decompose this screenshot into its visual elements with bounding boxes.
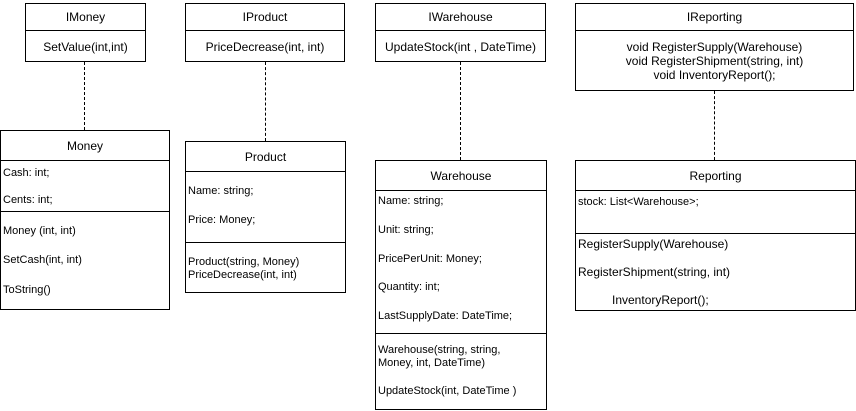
iproduct-method: PriceDecrease(int, int) [205,39,325,54]
product-field: Price: Money; [188,214,256,226]
money-method: Money (int, int) [3,225,76,237]
ireporting-method: void InventoryReport(); [653,68,776,82]
money-fields: Cash: int; Cents: int; [1,161,169,211]
ireporting-methods: void RegisterSupply(Warehouse) void Regi… [576,31,853,91]
reporting-fields: stock: List<Warehouse>; [576,191,855,233]
warehouse-method: Warehouse(string, string, [378,344,501,356]
product-realizes-iproduct-connector [265,62,266,141]
warehouse-class-box: Warehouse Name: string; Unit: string; Pr… [375,160,547,410]
iwarehouse-method: UpdateStock(int , DateTime) [385,39,536,54]
warehouse-method: Money, int, DateTime) [378,357,485,369]
product-fields: Name: string; Price: Money; [186,172,345,242]
warehouse-field: Name: string; [378,195,444,207]
product-title: Product [186,142,345,172]
product-field: Name: string; [188,185,254,197]
imoney-methods: SetValue(int,int) [26,31,145,62]
ireporting-method: void RegisterShipment(string, int) [625,54,804,68]
warehouse-title: Warehouse [376,161,546,191]
reporting-field: stock: List<Warehouse>; [578,196,699,208]
warehouse-field: Quantity: int; [378,281,440,293]
ireporting-interface-box: IReporting void RegisterSupply(Warehouse… [575,3,854,91]
reporting-class-box: Reporting stock: List<Warehouse>; Regist… [575,160,856,311]
money-title: Money [1,131,169,161]
money-methods: Money (int, int) SetCash(int, int) ToStr… [1,211,169,309]
iwarehouse-title: IWarehouse [376,4,545,31]
reporting-method: RegisterShipment(string, int) [578,265,731,279]
warehouse-method: UpdateStock(int, DateTime ) [378,385,517,397]
warehouse-field: Unit: string; [378,224,434,236]
reporting-title: Reporting [576,161,855,191]
iproduct-title: IProduct [186,4,344,31]
money-method: ToString() [3,284,51,296]
money-class-box: Money Cash: int; Cents: int; Money (int,… [0,130,170,310]
product-method: PriceDecrease(int, int) [188,269,297,281]
reporting-method: InventoryReport(); [612,293,709,307]
iproduct-interface-box: IProduct PriceDecrease(int, int) [185,3,345,62]
money-field: Cash: int; [3,167,50,179]
warehouse-fields: Name: string; Unit: string; PricePerUnit… [376,191,546,333]
money-field: Cents: int; [3,194,53,206]
imoney-interface-box: IMoney SetValue(int,int) [25,3,146,62]
imoney-method: SetValue(int,int) [43,39,128,54]
warehouse-methods: Warehouse(string, string, Money, int, Da… [376,333,546,409]
reporting-method: RegisterSupply(Warehouse) [578,237,729,251]
reporting-realizes-ireporting-connector [714,91,715,160]
product-methods: Product(string, Money) PriceDecrease(int… [186,242,345,292]
iwarehouse-methods: UpdateStock(int , DateTime) [376,31,545,62]
product-method: Product(string, Money) [188,256,300,268]
warehouse-realizes-iwarehouse-connector [460,62,461,160]
money-realizes-imoney-connector [84,62,85,130]
ireporting-method: void RegisterSupply(Warehouse) [626,40,803,54]
reporting-methods: RegisterSupply(Warehouse) RegisterShipme… [576,233,855,310]
iwarehouse-interface-box: IWarehouse UpdateStock(int , DateTime) [375,3,546,62]
product-class-box: Product Name: string; Price: Money; Prod… [185,141,346,293]
warehouse-field: PricePerUnit: Money; [378,253,482,265]
warehouse-field: LastSupplyDate: DateTime; [378,310,513,322]
iproduct-methods: PriceDecrease(int, int) [186,31,344,62]
ireporting-title: IReporting [576,4,853,31]
money-method: SetCash(int, int) [3,254,82,266]
imoney-title: IMoney [26,4,145,31]
